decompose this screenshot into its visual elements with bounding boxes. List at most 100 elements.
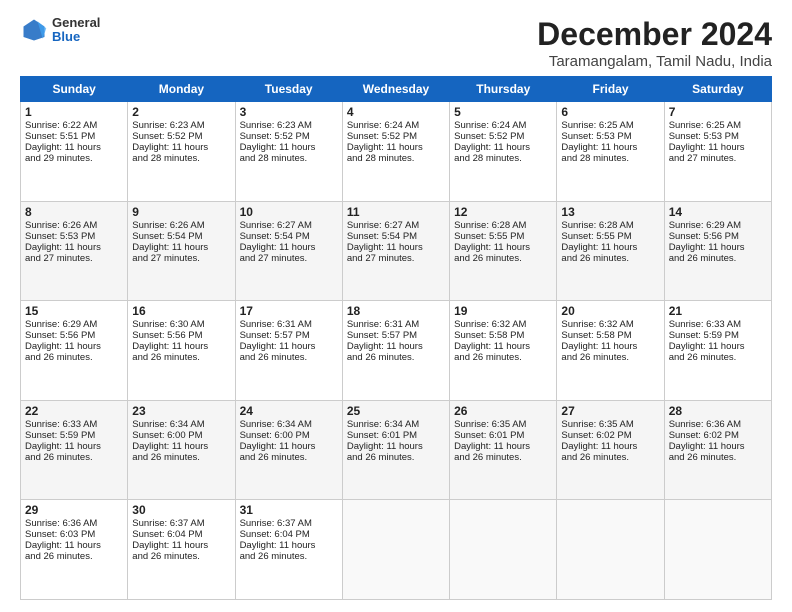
calendar-cell: 2Sunrise: 6:23 AMSunset: 5:52 PMDaylight… (128, 102, 235, 202)
day-info: Sunset: 6:03 PM (25, 529, 123, 540)
calendar-header-row: SundayMondayTuesdayWednesdayThursdayFrid… (21, 77, 772, 102)
calendar-cell: 31Sunrise: 6:37 AMSunset: 6:04 PMDayligh… (235, 500, 342, 600)
day-info: Sunset: 5:54 PM (240, 231, 338, 242)
day-info: Sunset: 5:55 PM (454, 231, 552, 242)
day-info: Sunrise: 6:35 AM (561, 419, 659, 430)
day-info: Sunset: 6:00 PM (240, 430, 338, 441)
logo-blue: Blue (52, 30, 100, 44)
calendar-cell: 12Sunrise: 6:28 AMSunset: 5:55 PMDayligh… (450, 201, 557, 301)
day-number: 30 (132, 503, 230, 517)
calendar-cell: 27Sunrise: 6:35 AMSunset: 6:02 PMDayligh… (557, 400, 664, 500)
day-info: Sunset: 6:01 PM (347, 430, 445, 441)
day-info: and 28 minutes. (347, 153, 445, 164)
day-info: Sunset: 5:56 PM (25, 330, 123, 341)
calendar-week-row: 22Sunrise: 6:33 AMSunset: 5:59 PMDayligh… (21, 400, 772, 500)
day-info: Daylight: 11 hours (132, 540, 230, 551)
day-info: Sunrise: 6:23 AM (240, 120, 338, 131)
calendar-week-row: 8Sunrise: 6:26 AMSunset: 5:53 PMDaylight… (21, 201, 772, 301)
day-info: Sunrise: 6:34 AM (240, 419, 338, 430)
day-info: Sunset: 6:00 PM (132, 430, 230, 441)
day-info: Sunset: 5:52 PM (347, 131, 445, 142)
day-info: Sunset: 5:56 PM (132, 330, 230, 341)
day-info: Sunset: 5:53 PM (25, 231, 123, 242)
day-header-monday: Monday (128, 77, 235, 102)
day-info: and 26 minutes. (669, 253, 767, 264)
day-info: Sunset: 6:04 PM (240, 529, 338, 540)
day-info: Sunrise: 6:32 AM (561, 319, 659, 330)
day-info: and 26 minutes. (669, 352, 767, 363)
day-info: and 26 minutes. (669, 452, 767, 463)
logo-text: General Blue (52, 16, 100, 45)
day-info: and 28 minutes. (132, 153, 230, 164)
calendar-cell: 16Sunrise: 6:30 AMSunset: 5:56 PMDayligh… (128, 301, 235, 401)
day-info: Sunset: 6:01 PM (454, 430, 552, 441)
day-info: Sunset: 5:57 PM (240, 330, 338, 341)
day-number: 24 (240, 404, 338, 418)
day-info: and 26 minutes. (454, 352, 552, 363)
day-number: 8 (25, 205, 123, 219)
day-number: 26 (454, 404, 552, 418)
calendar-cell: 28Sunrise: 6:36 AMSunset: 6:02 PMDayligh… (664, 400, 771, 500)
day-header-tuesday: Tuesday (235, 77, 342, 102)
day-info: and 27 minutes. (347, 253, 445, 264)
day-info: Daylight: 11 hours (240, 540, 338, 551)
day-info: Sunrise: 6:28 AM (454, 220, 552, 231)
day-info: and 26 minutes. (25, 352, 123, 363)
day-info: Sunrise: 6:28 AM (561, 220, 659, 231)
day-info: and 26 minutes. (561, 253, 659, 264)
day-info: Daylight: 11 hours (561, 142, 659, 153)
logo-icon (20, 16, 48, 44)
day-info: Sunrise: 6:24 AM (454, 120, 552, 131)
day-info: Sunset: 5:54 PM (347, 231, 445, 242)
calendar-week-row: 1Sunrise: 6:22 AMSunset: 5:51 PMDaylight… (21, 102, 772, 202)
day-info: Daylight: 11 hours (25, 441, 123, 452)
day-info: Sunset: 5:52 PM (240, 131, 338, 142)
day-info: and 26 minutes. (240, 551, 338, 562)
day-number: 20 (561, 304, 659, 318)
day-info: Sunrise: 6:35 AM (454, 419, 552, 430)
calendar-cell: 11Sunrise: 6:27 AMSunset: 5:54 PMDayligh… (342, 201, 449, 301)
day-info: Daylight: 11 hours (347, 242, 445, 253)
day-info: and 26 minutes. (240, 352, 338, 363)
day-info: and 26 minutes. (132, 352, 230, 363)
day-info: Daylight: 11 hours (240, 142, 338, 153)
calendar-cell: 25Sunrise: 6:34 AMSunset: 6:01 PMDayligh… (342, 400, 449, 500)
calendar-cell: 15Sunrise: 6:29 AMSunset: 5:56 PMDayligh… (21, 301, 128, 401)
day-info: Sunset: 5:56 PM (669, 231, 767, 242)
day-info: and 26 minutes. (347, 452, 445, 463)
day-info: Daylight: 11 hours (561, 341, 659, 352)
day-number: 9 (132, 205, 230, 219)
calendar-week-row: 29Sunrise: 6:36 AMSunset: 6:03 PMDayligh… (21, 500, 772, 600)
day-info: and 26 minutes. (240, 452, 338, 463)
day-info: and 26 minutes. (132, 551, 230, 562)
calendar-table: SundayMondayTuesdayWednesdayThursdayFrid… (20, 76, 772, 600)
day-info: Sunrise: 6:27 AM (347, 220, 445, 231)
calendar-cell (557, 500, 664, 600)
day-info: Daylight: 11 hours (454, 142, 552, 153)
day-number: 6 (561, 105, 659, 119)
day-number: 23 (132, 404, 230, 418)
day-number: 14 (669, 205, 767, 219)
day-info: Daylight: 11 hours (454, 341, 552, 352)
calendar-cell: 26Sunrise: 6:35 AMSunset: 6:01 PMDayligh… (450, 400, 557, 500)
day-info: Sunrise: 6:31 AM (240, 319, 338, 330)
day-info: Sunrise: 6:26 AM (132, 220, 230, 231)
day-number: 18 (347, 304, 445, 318)
logo-general: General (52, 16, 100, 30)
day-info: Sunset: 6:04 PM (132, 529, 230, 540)
day-number: 15 (25, 304, 123, 318)
day-info: and 28 minutes. (240, 153, 338, 164)
day-info: and 26 minutes. (347, 352, 445, 363)
day-info: Sunset: 5:52 PM (132, 131, 230, 142)
day-number: 27 (561, 404, 659, 418)
day-info: Daylight: 11 hours (25, 242, 123, 253)
calendar-cell (664, 500, 771, 600)
day-header-thursday: Thursday (450, 77, 557, 102)
day-info: Sunrise: 6:22 AM (25, 120, 123, 131)
day-info: and 28 minutes. (454, 153, 552, 164)
calendar-cell: 30Sunrise: 6:37 AMSunset: 6:04 PMDayligh… (128, 500, 235, 600)
day-info: and 26 minutes. (25, 452, 123, 463)
calendar-cell: 21Sunrise: 6:33 AMSunset: 5:59 PMDayligh… (664, 301, 771, 401)
calendar-cell (450, 500, 557, 600)
day-info: Daylight: 11 hours (561, 441, 659, 452)
